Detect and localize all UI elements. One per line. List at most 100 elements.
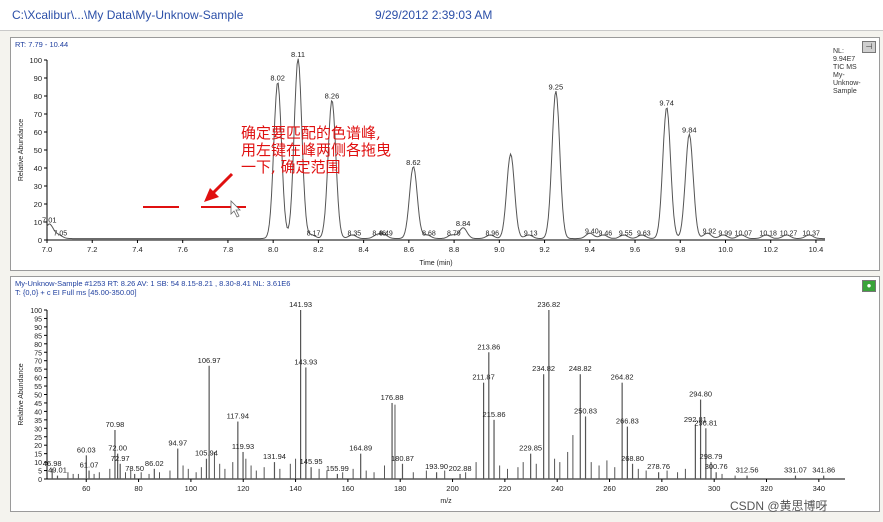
peak-label: 78.50 [125,464,144,473]
peak-label: 266.83 [616,417,639,426]
x-tick-label: 7.8 [223,245,233,254]
y-tick-label: 55 [34,384,42,391]
annotation-line: 确定要匹配的色谱峰, [241,124,381,142]
acquisition-date: 9/29/2012 2:39:03 AM [375,8,493,22]
x-tick-label: 160 [342,484,355,493]
peak-label: 8.11 [291,50,305,59]
y-tick-label: 20 [34,443,42,450]
minor-peak-label: 9.99 [718,230,732,237]
minor-peak-label: 8.35 [348,230,362,237]
y-tick-label: 25 [34,435,42,442]
y-tick-label: 50 [34,146,42,155]
y-tick-label: 40 [34,409,42,416]
minor-peak-label: 9.40 [585,229,599,236]
peak-label: 278.76 [647,462,670,471]
y-tick-label: 0 [38,477,42,484]
tic-trace [46,58,825,240]
minor-peak-label: 9.46 [599,230,613,237]
y-tick-label: 65 [34,367,42,374]
minor-peak-label: 9.92 [703,229,717,236]
y-tick-label: 75 [34,350,42,357]
x-tick-label: 60 [82,484,90,493]
peak-label: 141.93 [289,300,312,309]
y-tick-label: 30 [34,182,42,191]
annotation-line: 用左键在峰两侧各拖曳 [241,141,392,159]
x-tick-label: 220 [499,484,512,493]
peak-label: 7.01 [42,216,57,225]
x-tick-label: 10.0 [718,245,733,254]
minor-peak-label: 9.63 [637,230,651,237]
peak-label: 131.94 [263,452,286,461]
peak-label: 250.83 [574,406,597,415]
peak-label: 294.80 [689,390,712,399]
x-tick-label: 260 [603,484,616,493]
x-tick-label: 7.4 [132,245,142,254]
x-tick-label: 80 [134,484,142,493]
minor-peak-label: 7.05 [53,230,67,237]
x-tick-label: 100 [185,484,198,493]
peak-label: 236.82 [537,300,560,309]
minor-peak-label: 10.27 [780,230,798,237]
x-tick-label: 9.6 [630,245,640,254]
spectrum-pane[interactable]: My-Unknow-Sample #1253 RT: 8.26 AV: 1 SB… [10,276,880,512]
peak-label: 229.85 [519,444,542,453]
y-tick-label: 35 [34,418,42,425]
peak-label: 264.82 [611,373,634,382]
chromatogram-chart[interactable]: 7.0 7.2 7.4 7.6 7.8 8.0 8.2 8.4 8.6 8.8 9.0 9.2 9.4 9… [11,38,879,270]
peak-label: 72.00 [108,444,127,453]
file-path: C:\Xcalibur\...\My Data\My-Unknow-Sample [12,8,244,22]
peak-label: 117.94 [227,412,249,421]
arrow-shaft [209,172,234,197]
y-tick-label: 85 [34,333,42,340]
annotation-line: 一下, 确定范围 [241,158,341,176]
instruction-annotation: 确定要匹配的色谱峰, 用左键在峰两侧各拖曳 一下, 确定范围 [241,125,391,176]
peak-label: 202.88 [449,464,472,473]
watermark: CSDN @黄思博呀 [730,499,828,513]
peak-label: 9.74 [659,99,674,108]
x-tick-label: 9.0 [494,245,504,254]
peak-label: 105.94 [195,449,218,458]
x-tick-label: 8.6 [404,245,414,254]
x-tick-label: 280 [656,484,669,493]
x-tick-label: 10.4 [809,245,824,254]
y-tick-label: 60 [34,376,42,383]
mass-spectrum-chart[interactable]: 60 80 100 120 140 160 180 200 220 240 260 280 300 320… [11,277,879,511]
x-tick-label: 120 [237,484,250,493]
peak-label: 300.76 [705,462,728,471]
peak-label: 215.86 [483,410,506,419]
y-tick-label: 20 [34,200,42,209]
x-tick-label: 8.2 [313,245,323,254]
x-tick-label: 7.2 [87,245,97,254]
chromatogram-pane[interactable]: RT: 7.79 - 10.44 ⊣ NL: 9.94E7 TIC MS My-… [10,37,880,271]
y-axis-title: Relative Abundance [18,119,25,181]
peak-label: 180.87 [391,454,414,463]
peak-label: 296.81 [694,418,717,427]
peak-label: 155.99 [326,464,349,473]
peak-label: 331.07 [784,466,807,475]
peak-label: 9.25 [549,82,564,91]
peak-label: 119.93 [232,442,254,451]
peak-label: 8.84 [456,219,471,228]
y-tick-label: 100 [29,56,42,65]
y-tick-label: 45 [34,401,42,408]
peak-label: 145.95 [300,457,323,466]
x-tick-label: 340 [813,484,826,493]
peak-label: 9.84 [682,126,697,135]
minor-peak-label: 8.79 [447,230,461,237]
x-axis-title: m/z [440,498,452,505]
peak-label: 8.62 [406,158,421,167]
y-tick-label: 90 [34,325,42,332]
y-tick-label: 0 [38,236,42,245]
title-bar: C:\Xcalibur\...\My Data\My-Unknow-Sample… [0,0,883,31]
peak-label: 94.97 [168,439,187,448]
x-tick-label: 8.8 [449,245,459,254]
y-tick-label: 15 [34,452,42,459]
minor-peak-label: 10.07 [735,230,753,237]
y-tick-label: 70 [34,110,42,119]
y-tick-label: 100 [30,308,42,315]
y-tick-label: 90 [34,74,42,83]
y-tick-label: 80 [34,342,42,349]
x-tick-label: 9.2 [539,245,549,254]
peak-label: 106.97 [198,356,221,365]
y-axis-title: Relative Abundance [18,363,25,425]
